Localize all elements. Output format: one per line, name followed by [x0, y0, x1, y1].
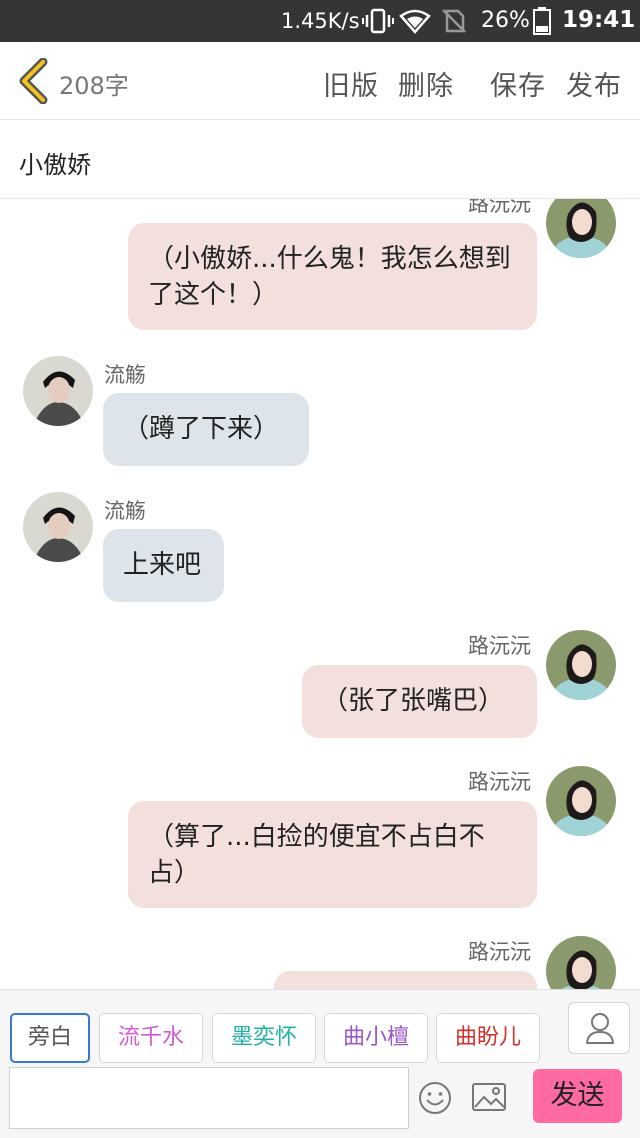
avatar[interactable]	[23, 492, 93, 562]
story-title: 小傲娇	[19, 151, 91, 179]
role-selector-bar: 旁白 流千水 墨奕怀 曲小檀 曲盼儿	[0, 989, 640, 1066]
image-icon[interactable]	[471, 1081, 507, 1113]
battery-icon	[533, 7, 551, 35]
role-button[interactable]: 流千水	[99, 1013, 203, 1063]
role-button[interactable]: 曲盼儿	[436, 1013, 540, 1063]
chat-area[interactable]: 路沅沅 （小傲娇...什么鬼！我怎么想到了这个！） 流觞 （蹲了下来） 流觞 上…	[0, 199, 640, 989]
emoji-icon[interactable]	[418, 1081, 452, 1115]
add-role-button[interactable]	[568, 1002, 630, 1054]
vibrate-icon	[362, 8, 394, 34]
status-bar: 1.45K/s 26% 19:41	[0, 0, 640, 42]
message-bubble[interactable]: 上来吧	[103, 529, 224, 602]
message-bubble[interactable]: （张了张嘴巴）	[302, 665, 537, 738]
speaker-name: 路沅沅	[468, 940, 531, 964]
avatar[interactable]	[546, 936, 616, 989]
speaker-name: 流觞	[104, 363, 146, 387]
role-button[interactable]: 墨奕怀	[212, 1013, 316, 1063]
message-bubble[interactable]: （小傲娇...什么鬼！我怎么想到了这个！）	[128, 223, 537, 330]
delete-button[interactable]: 删除	[398, 64, 454, 103]
male-avatar-image	[23, 356, 93, 426]
female-avatar-image	[546, 766, 616, 836]
story-title-bar[interactable]: 小傲娇	[0, 121, 640, 199]
wifi-icon	[399, 9, 431, 34]
message-input[interactable]	[9, 1067, 409, 1129]
message-bubble[interactable]: （蹲了下来）	[103, 393, 309, 466]
speaker-name: 路沅沅	[468, 199, 531, 216]
avatar[interactable]	[23, 356, 93, 426]
battery-percentage: 26%	[481, 8, 530, 33]
person-icon	[586, 1013, 614, 1044]
female-avatar-image	[546, 199, 616, 258]
publish-button[interactable]: 发布	[566, 64, 622, 103]
input-bar: 发送	[0, 1066, 640, 1138]
male-avatar-image	[23, 492, 93, 562]
female-avatar-image	[546, 630, 616, 700]
avatar[interactable]	[546, 199, 616, 258]
speaker-name: 路沅沅	[468, 634, 531, 658]
role-narrator-button[interactable]: 旁白	[10, 1013, 90, 1063]
female-avatar-image	[546, 936, 616, 989]
clock: 19:41	[562, 7, 636, 33]
no-sim-icon	[442, 9, 466, 33]
speaker-name: 路沅沅	[468, 770, 531, 794]
old-version-button[interactable]: 旧版	[323, 64, 379, 103]
word-count: 208字	[59, 72, 129, 100]
chevron-left-icon[interactable]	[14, 58, 54, 104]
message-bubble[interactable]	[274, 971, 537, 989]
network-speed: 1.45K/s	[281, 9, 360, 33]
send-button[interactable]: 发送	[533, 1069, 622, 1123]
editor-toolbar: 208字 旧版 删除 保存 发布	[0, 42, 640, 120]
avatar[interactable]	[546, 766, 616, 836]
message-bubble[interactable]: （算了...白捡的便宜不占白不占）	[128, 801, 537, 908]
speaker-name: 流觞	[104, 499, 146, 523]
role-button[interactable]: 曲小檀	[324, 1013, 428, 1063]
avatar[interactable]	[546, 630, 616, 700]
save-button[interactable]: 保存	[490, 64, 546, 103]
